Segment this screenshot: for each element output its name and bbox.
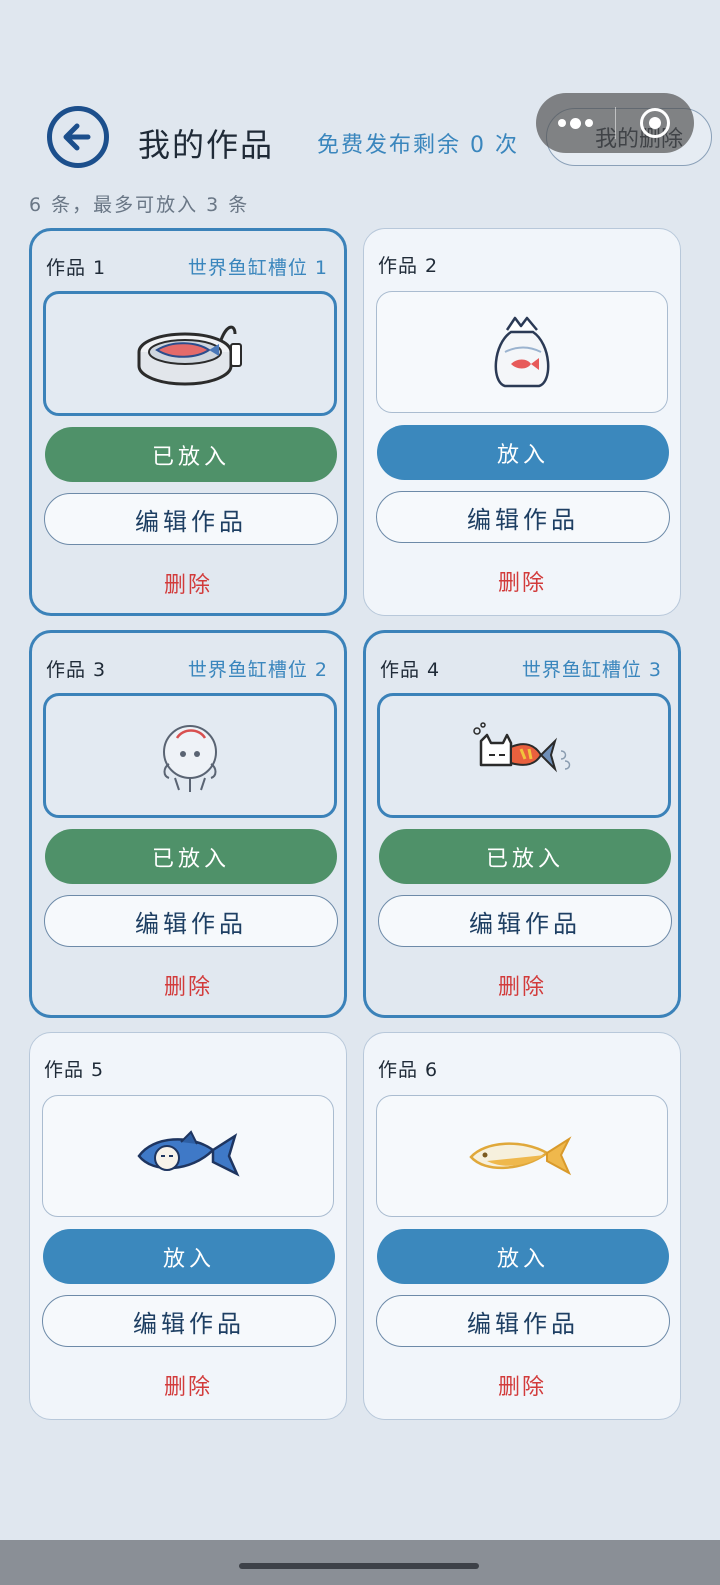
edit-work-button[interactable]: 编辑作品 <box>376 1295 670 1347</box>
put-in-button[interactable]: 放入 <box>377 1229 669 1284</box>
put-in-button[interactable]: 放入 <box>377 425 669 480</box>
delete-button[interactable]: 删除 <box>366 969 678 1001</box>
edit-work-button[interactable]: 编辑作品 <box>376 491 670 543</box>
work-title: 作品 3 <box>46 659 107 681</box>
more-menu-button[interactable] <box>536 93 615 153</box>
work-thumbnail[interactable] <box>376 1095 668 1217</box>
edit-work-button[interactable]: 编辑作品 <box>44 493 338 545</box>
put-in-button[interactable]: 已放入 <box>45 829 337 884</box>
works-count: 6 条，最多可放入 3 条 <box>29 194 250 216</box>
world-tank-slot: 世界鱼缸槽位 3 <box>521 659 662 681</box>
page-title: 我的作品 <box>138 126 275 164</box>
work-thumbnail[interactable] <box>42 1095 334 1217</box>
edit-work-button[interactable]: 编辑作品 <box>42 1295 336 1347</box>
arrow-left-icon <box>63 123 91 151</box>
put-in-button[interactable]: 放入 <box>43 1229 335 1284</box>
more-dots-icon <box>557 117 593 129</box>
mini-program-capsule <box>536 93 694 153</box>
bubble-creature-icon <box>163 724 217 792</box>
work-title: 作品 6 <box>378 1059 439 1081</box>
put-in-button[interactable]: 已放入 <box>379 829 671 884</box>
work-thumbnail[interactable] <box>376 291 668 413</box>
work-title: 作品 5 <box>44 1059 105 1081</box>
delete-button[interactable]: 删除 <box>32 969 344 1001</box>
put-in-button[interactable]: 已放入 <box>45 427 337 482</box>
delete-button[interactable]: 删除 <box>364 1369 680 1401</box>
edit-work-button[interactable]: 编辑作品 <box>378 895 672 947</box>
work-thumbnail[interactable] <box>43 291 337 416</box>
header: 我的作品 免费发布剩余 0 次 我的删除 6 条，最多可放入 3 条 <box>0 0 720 220</box>
work-card: 作品 1 世界鱼缸槽位 1 已放入 编辑作品 删除 <box>29 228 347 616</box>
yellow-fish-icon <box>469 1136 572 1176</box>
target-icon <box>639 108 670 138</box>
free-publish-remaining: 免费发布剩余 0 次 <box>317 133 519 158</box>
home-indicator[interactable] <box>239 1563 479 1569</box>
blue-fish-icon <box>137 1130 240 1177</box>
work-thumbnail[interactable] <box>43 693 337 818</box>
work-card: 作品 2 放入 编辑作品 删除 <box>363 228 681 616</box>
work-thumbnail[interactable] <box>377 693 671 818</box>
work-title: 作品 1 <box>46 257 107 279</box>
world-tank-slot: 世界鱼缸槽位 2 <box>187 659 328 681</box>
work-card: 作品 6 放入 编辑作品 删除 <box>363 1032 681 1420</box>
canned-fish-icon <box>137 325 242 385</box>
work-card: 作品 4 世界鱼缸槽位 3 已放入 编辑作品 删除 <box>363 630 681 1018</box>
edit-work-button[interactable]: 编辑作品 <box>44 895 338 947</box>
close-mini-program-button[interactable] <box>616 93 695 153</box>
cat-fish-icon <box>473 721 571 772</box>
delete-button[interactable]: 删除 <box>30 1369 346 1401</box>
work-title: 作品 4 <box>380 659 441 681</box>
work-title: 作品 2 <box>378 255 439 277</box>
delete-button[interactable]: 删除 <box>364 565 680 597</box>
back-button[interactable] <box>47 106 109 168</box>
work-card: 作品 3 世界鱼缸槽位 2 已放入 编辑作品 删除 <box>29 630 347 1018</box>
fish-bag-icon <box>494 316 550 388</box>
world-tank-slot: 世界鱼缸槽位 1 <box>187 257 328 279</box>
delete-button[interactable]: 删除 <box>32 567 344 599</box>
work-card: 作品 5 放入 编辑作品 删除 <box>29 1032 347 1420</box>
